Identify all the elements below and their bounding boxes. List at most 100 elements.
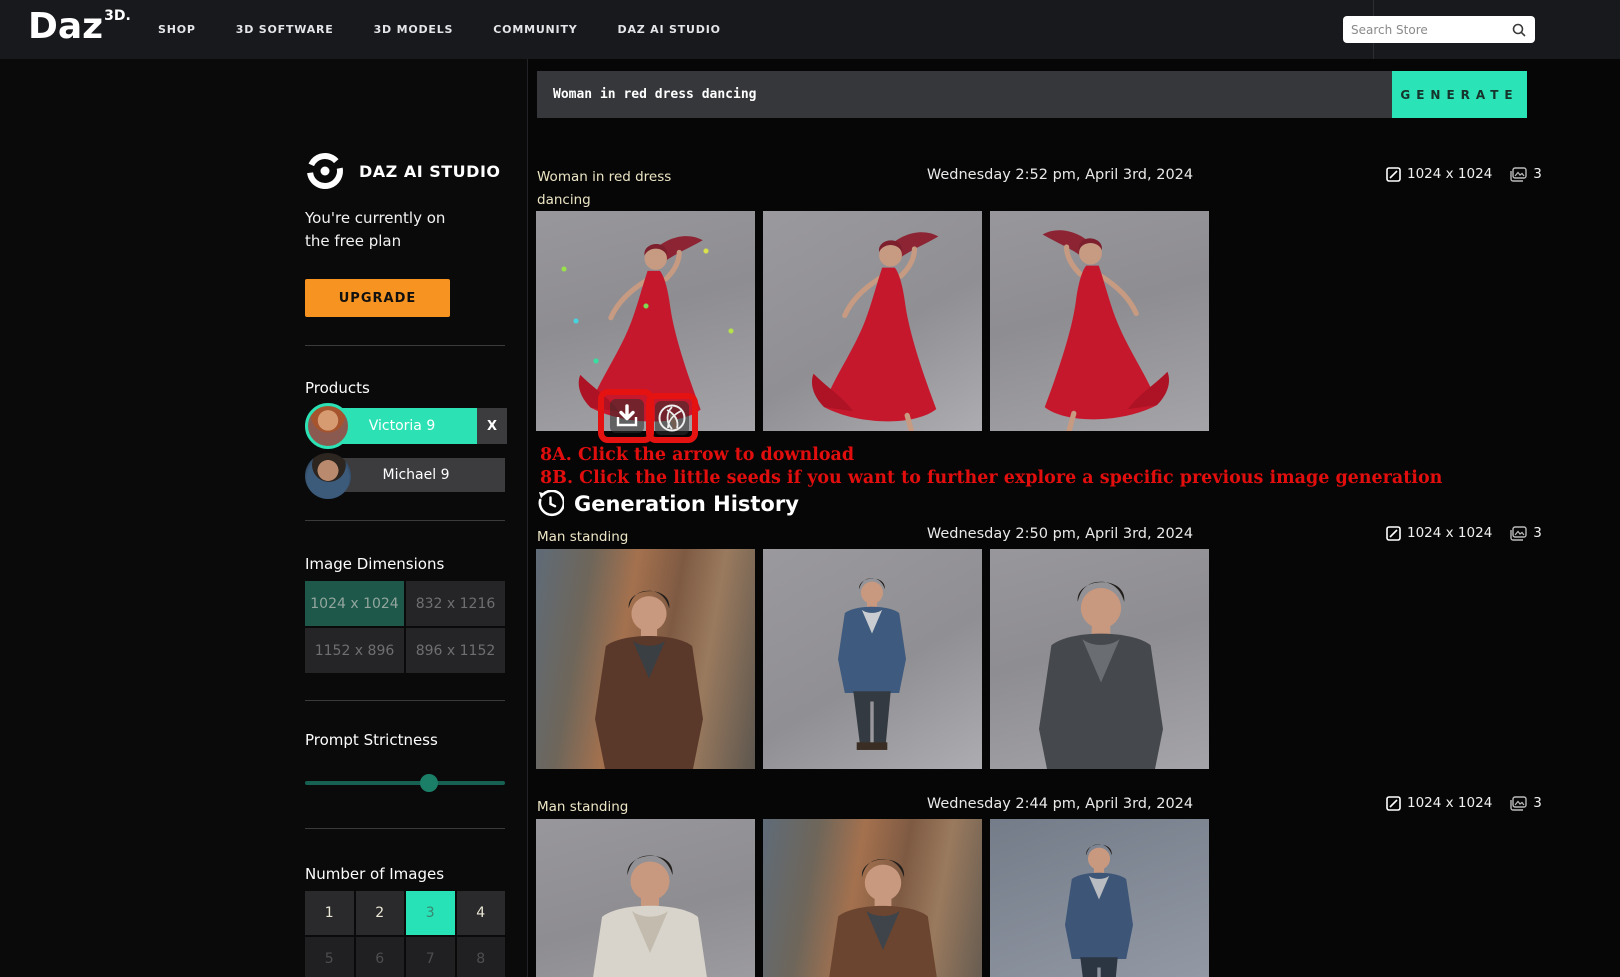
generation-dimensions: 1024 x 1024 [1407,795,1493,811]
num-images-4[interactable]: 4 [456,891,505,935]
history-clock-icon [538,490,564,517]
generation-history-title: Generation History [574,491,799,516]
plan-status: You're currently on the free plan [305,207,445,253]
man-standing-art [595,590,703,769]
generated-image[interactable] [763,819,982,977]
plan-line1: You're currently on [305,209,446,227]
victoria9-avatar [305,403,351,449]
man-standing-art [990,819,1209,977]
plan-line2: the free plan [305,232,402,250]
aspect-ratio-icon [1386,525,1401,541]
image-dimensions-label: Image Dimensions [305,555,445,573]
store-search [1343,16,1535,43]
generated-image[interactable] [763,549,982,769]
generation-row-images [536,549,1209,769]
generation-meta: 1024 x 1024 3 [1386,166,1542,182]
divider [305,700,505,701]
man-standing-art [827,859,939,977]
nav-shop[interactable]: SHOP [158,23,196,36]
logo-sup-text: 3D. [104,8,131,24]
dimension-option-832x1216[interactable]: 832 x 1216 [406,581,505,626]
generation-meta: 1024 x 1024 3 [1386,795,1542,811]
dimension-option-1024x1024[interactable]: 1024 x 1024 [305,581,404,626]
aspect-ratio-icon [1386,795,1401,811]
annotation-8b: 8B. Click the little seeds if you want t… [540,468,1443,488]
top-nav-bar: Daz3D. SHOP 3D SOFTWARE 3D MODELS COMMUN… [0,0,1620,59]
generation-count: 3 [1533,525,1542,541]
divider [305,520,505,521]
victoria9-name: Victoria 9 [368,418,436,434]
generation-meta: 1024 x 1024 3 [1386,525,1542,541]
image-dimensions-grid: 1024 x 1024 832 x 1216 1152 x 896 896 x … [305,581,505,673]
ai-studio-brand: DAZ AI STUDIO [305,151,501,191]
remove-victoria9-button[interactable]: X [477,408,507,444]
generated-image[interactable] [990,819,1209,977]
man-standing-art [1039,581,1163,769]
download-arrow-icon [616,404,638,427]
woman-red-dress-art [990,211,1209,431]
generated-image[interactable] [536,819,755,977]
generated-image[interactable] [990,211,1209,431]
seeds-button[interactable] [655,401,689,435]
generated-image[interactable] [990,549,1209,769]
generation-dimensions: 1024 x 1024 [1407,166,1493,182]
image-count-icon [1510,795,1527,811]
logo-text: Daz [28,6,104,47]
slider-thumb[interactable] [420,774,438,792]
generation-count: 3 [1533,795,1542,811]
daz-ai-studio-page: Daz3D. SHOP 3D SOFTWARE 3D MODELS COMMUN… [0,0,1620,977]
num-images-3[interactable]: 3 [406,891,455,935]
nav-3d-models[interactable]: 3D MODELS [374,23,454,36]
man-standing-art [763,549,982,769]
woman-red-dress-art [763,211,982,431]
michael9-name: Michael 9 [382,467,450,483]
nav-3d-software[interactable]: 3D SOFTWARE [236,23,334,36]
number-of-images-label: Number of Images [305,865,445,883]
generation-history-heading: Generation History [537,490,799,517]
ai-studio-title: DAZ AI STUDIO [359,161,501,181]
annotation-8a: 8A. Click the arrow to download [540,445,855,465]
num-images-1[interactable]: 1 [305,891,354,935]
prompt-strictness-label: Prompt Strictness [305,731,438,749]
slider-track[interactable] [305,781,505,785]
man-standing-art [590,855,710,977]
image-count-icon [1510,525,1527,541]
divider [305,828,505,829]
ai-studio-logo-icon [307,153,343,189]
sidebar: DAZ AI STUDIO You're currently on the fr… [0,59,528,977]
nav-community[interactable]: COMMUNITY [493,23,577,36]
dimension-option-896x1152[interactable]: 896 x 1152 [406,628,505,673]
daz3d-logo[interactable]: Daz3D. [28,6,131,47]
generate-button[interactable]: GENERATE [1392,71,1527,118]
download-button[interactable] [610,399,644,433]
seeds-icon [658,404,686,432]
generation-dimensions: 1024 x 1024 [1407,525,1493,541]
main-nav: SHOP 3D SOFTWARE 3D MODELS COMMUNITY DAZ… [158,0,721,59]
aspect-ratio-icon [1386,166,1401,182]
divider [305,345,505,346]
search-input[interactable] [1351,22,1511,37]
woman-red-dress-art [536,211,755,431]
generation-count: 3 [1533,166,1542,182]
num-images-5: 5 [305,937,354,977]
dimension-option-1152x896[interactable]: 1152 x 896 [305,628,404,673]
products-label: Products [305,379,370,397]
nav-daz-ai-studio[interactable]: DAZ AI STUDIO [618,23,721,36]
upgrade-button[interactable]: UPGRADE [305,279,450,317]
num-images-2[interactable]: 2 [355,891,404,935]
generated-image[interactable] [536,549,755,769]
num-images-6: 6 [355,937,404,977]
generation-row-images [536,819,1209,977]
generated-image[interactable] [763,211,982,431]
num-images-7: 7 [406,937,455,977]
num-images-8: 8 [456,937,505,977]
search-icon[interactable] [1511,22,1527,38]
generated-image[interactable] [536,211,755,443]
michael9-avatar [305,453,351,499]
prompt-strictness-slider[interactable] [305,773,505,793]
number-of-images-grid: 1 2 3 4 5 6 7 8 [305,891,505,977]
prompt-input[interactable] [537,71,1392,118]
generation-row-images [536,211,1209,443]
product-michael9[interactable]: Michael 9 [327,458,505,492]
image-count-icon [1510,166,1527,182]
